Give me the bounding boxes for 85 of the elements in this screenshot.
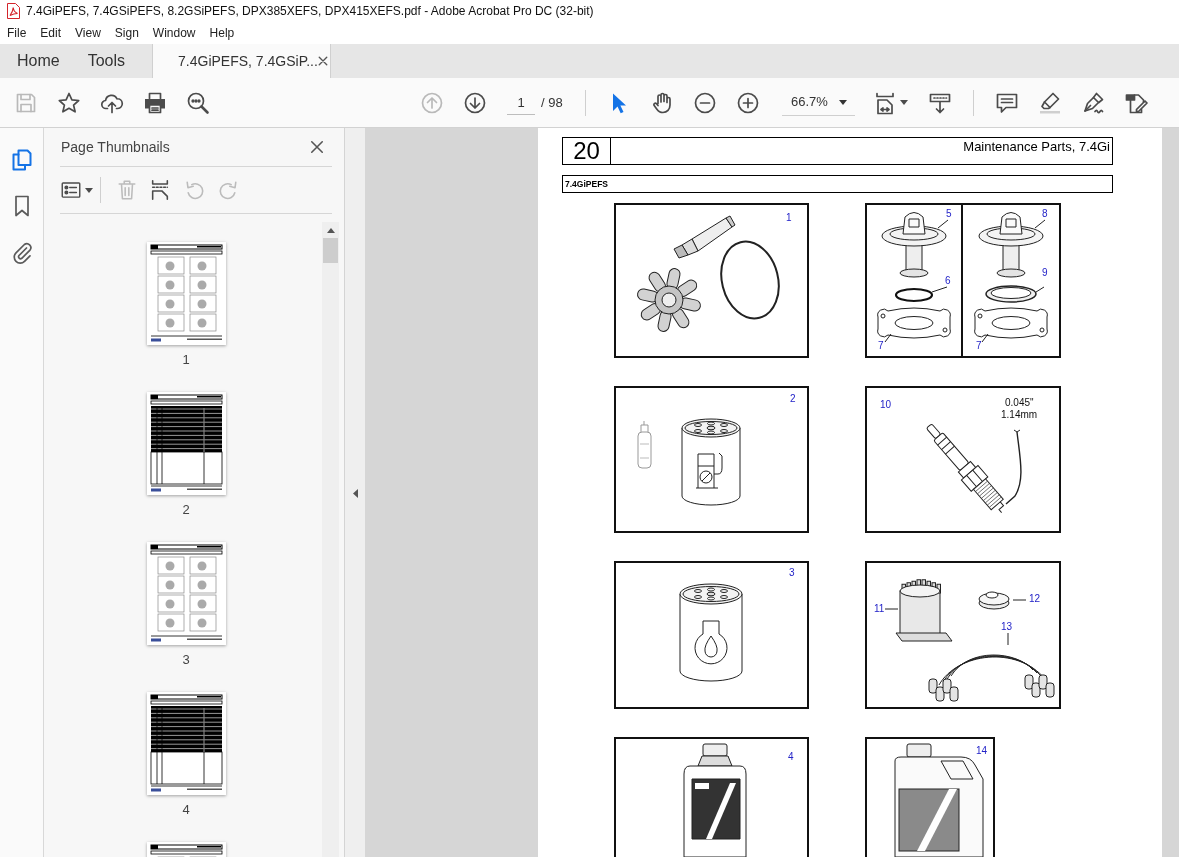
distributor-cap-drawing [895,579,953,642]
arrow-up-circle-icon [419,90,444,115]
sealing-ring-drawing [985,285,1037,303]
trash-icon [116,179,138,201]
model-heading: 7.4GiPEFS [562,175,1113,193]
section-number: 20 [563,138,611,164]
page-number-label: 2 [182,502,190,517]
callout-number: 9 [1042,267,1048,278]
document-tab[interactable]: 7.4GiPEFS, 7.4GSiP... [152,44,332,78]
gap-inches-label: 0.045" [1005,397,1034,408]
caret-down-icon [85,187,93,193]
callout-number: 4 [788,751,794,762]
page-thumbnail[interactable] [146,692,226,795]
callout-number: 12 [1029,593,1041,604]
o-ring-drawing [894,287,934,303]
menu-item[interactable]: Window [145,23,203,43]
fuel-pump-drawing [637,420,652,469]
menu-item[interactable]: Sign [107,23,146,43]
leader-line [884,608,899,610]
leader-line [1035,286,1045,293]
thermostat-drawing [881,212,947,278]
callout-number: 7 [878,340,884,351]
caret-down-icon [839,99,847,105]
window-title: 7.4GiPEFS, 7.4GSiPEFS, 8.2GSiPEFS, DPX385XEFS, DPX415XEFS.pdf - Adobe Acrobat Pro DC (32-bit) [26,3,594,20]
page-count: / 98 [541,93,564,112]
leader-line [1007,632,1009,646]
scrollbar-thumb[interactable] [323,238,338,263]
grease-tube-drawing [673,215,736,259]
panel-title: Page Thumbnails [61,137,170,157]
leader-line [981,333,989,343]
menu-item[interactable]: Help [202,23,242,43]
zoom-out-icon [692,90,717,115]
callout-number: 14 [976,745,988,756]
pdf-file-icon [7,3,20,19]
page-number-field[interactable]: 1 [507,90,535,115]
callout-number: 11 [874,603,885,614]
callout-number: 3 [789,567,795,578]
rotor-drawing [978,591,1010,610]
page-number-label: 3 [182,652,190,667]
callout-number: 2 [790,393,796,404]
close-icon [317,56,328,66]
section-title: Maintenance Parts, 7.4Gi [962,138,1111,156]
thermostat-drawing [978,212,1044,278]
callout-number: 8 [1042,208,1048,219]
callout-number: 6 [945,275,951,286]
callout-number: 5 [946,208,952,219]
page-thumbnail[interactable] [146,242,226,345]
close-tab-button[interactable] [317,56,328,66]
nav-tab[interactable]: Home [3,44,74,78]
menu-item[interactable]: File [0,23,34,43]
star-icon [56,90,81,115]
page-thumbnail[interactable] [146,542,226,645]
leader-line [884,333,892,343]
page-number-label: 4 [182,802,190,817]
callout-number: 7 [976,340,982,351]
insert-page-icon [149,179,171,201]
menu-item[interactable]: Edit [33,23,69,43]
leader-line [1034,219,1046,229]
arrow-down-circle-icon [462,90,487,115]
list-icon [61,180,81,200]
close-panel-button[interactable] [310,140,324,154]
callout-number: 13 [1001,621,1013,632]
search-icon [185,90,210,115]
caret-down-icon [899,100,908,105]
page-number-label: 1 [182,352,190,367]
printer-icon [142,90,167,115]
rotate-right-icon [217,179,239,201]
zoom-dropdown[interactable]: 66.7% [782,89,855,116]
gap-millimetres-label: 1.14mm [1001,409,1038,420]
impeller-drawing [636,267,702,333]
scrollbar[interactable] [322,222,339,857]
leader-line [937,219,949,229]
page-thumbnail[interactable] [146,392,226,495]
nav-tab[interactable]: Tools [73,44,140,78]
leader-line [931,286,948,293]
leader-line [1012,599,1027,601]
rotate-left-icon [184,179,206,201]
callout-number: 1 [786,212,792,223]
menu-item[interactable]: View [68,23,108,43]
marker-icon [1037,90,1062,115]
zoom-in-icon [735,90,760,115]
close-icon [310,140,324,154]
callout-number: 10 [880,399,892,410]
caret-up-icon [326,228,335,233]
caret-left-icon [352,488,358,498]
